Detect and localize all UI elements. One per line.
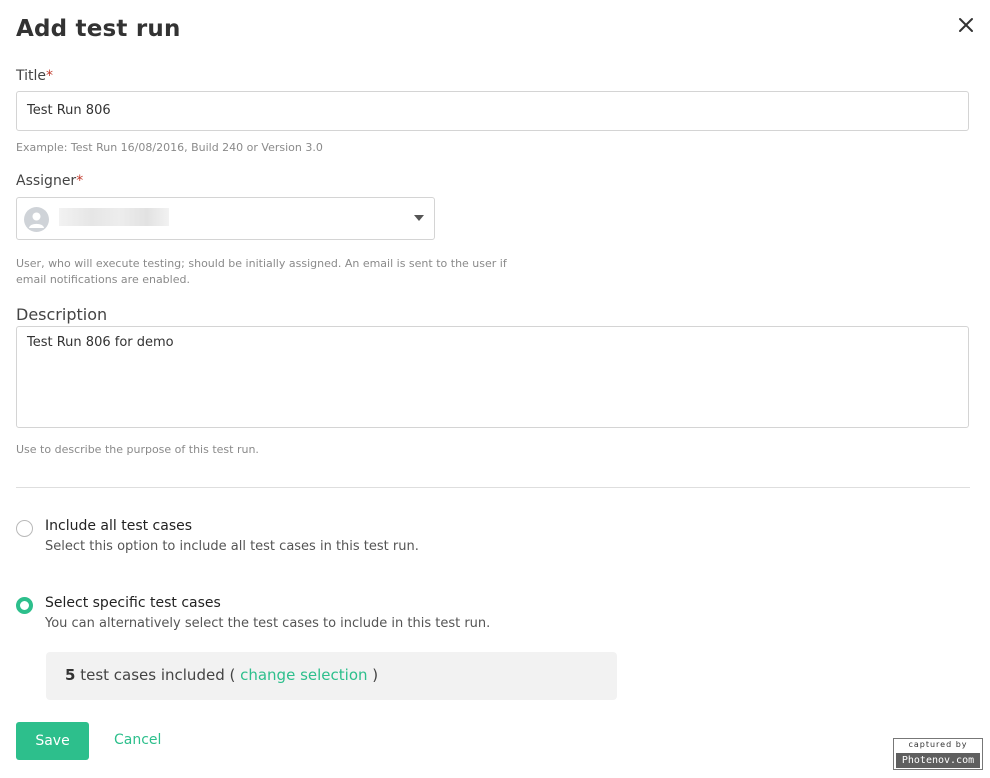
description-help-text: Use to describe the purpose of this test…	[16, 443, 259, 456]
caret-down-icon[interactable]	[414, 215, 424, 221]
divider	[16, 487, 970, 488]
required-mark: *	[76, 173, 84, 189]
watermark-top-text: captured by	[908, 740, 968, 749]
assigner-label: Assigner*	[16, 173, 83, 189]
assigner-select[interactable]	[16, 197, 435, 240]
dialog-title: Add test run	[16, 16, 181, 42]
selected-count: 5	[65, 666, 76, 684]
assigner-help-text: User, who will execute testing; should b…	[16, 257, 507, 286]
title-help-text: Example: Test Run 16/08/2016, Build 240 …	[16, 141, 323, 154]
close-icon[interactable]	[955, 14, 977, 36]
selection-text: test cases included (	[75, 666, 241, 684]
watermark: captured by Photenov.com	[893, 738, 983, 770]
change-selection-link[interactable]: change selection	[240, 666, 367, 684]
select-specific-description: You can alternatively select the test ca…	[45, 616, 491, 631]
required-mark: *	[46, 68, 54, 84]
description-textarea[interactable]: Test Run 806 for demo	[16, 326, 969, 428]
include-all-title: Include all test cases	[45, 518, 193, 534]
description-label: Description	[16, 305, 108, 324]
include-all-radio[interactable]	[16, 520, 33, 537]
save-button[interactable]: Save	[16, 722, 89, 760]
assigner-label-text: Assigner	[16, 173, 77, 189]
select-specific-radio[interactable]	[16, 597, 33, 614]
assigner-name-redacted	[59, 208, 169, 226]
selection-summary-text: 5 test cases included ( change selection…	[65, 666, 378, 684]
user-avatar-icon	[24, 207, 49, 232]
add-test-run-dialog: Add test run Title* Test Run 806 Example…	[0, 0, 990, 778]
title-input-value: Test Run 806	[27, 103, 111, 118]
selection-summary: 5 test cases included ( change selection…	[46, 652, 617, 700]
include-all-description: Select this option to include all test c…	[45, 539, 419, 554]
select-specific-title: Select specific test cases	[45, 595, 221, 611]
watermark-bottom-text: Photenov.com	[896, 753, 980, 768]
title-label-text: Title	[16, 68, 47, 84]
cancel-button[interactable]: Cancel	[114, 732, 161, 748]
title-input[interactable]: Test Run 806	[16, 91, 969, 131]
description-value: Test Run 806 for demo	[27, 335, 174, 350]
title-label: Title*	[16, 68, 53, 84]
selection-close-paren: )	[367, 666, 379, 684]
